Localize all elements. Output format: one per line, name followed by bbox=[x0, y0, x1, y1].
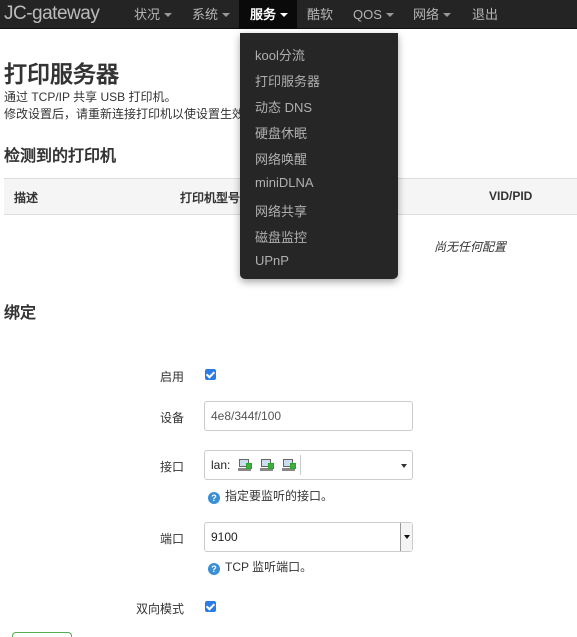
port-label: 端口 bbox=[159, 532, 184, 546]
menu-item-network-share[interactable]: 网络共享 bbox=[255, 201, 307, 220]
port-value: 9100 bbox=[211, 530, 238, 544]
interface-select[interactable]: lan: bbox=[204, 450, 413, 480]
chevron-down-icon bbox=[443, 12, 452, 17]
chevron-down-icon bbox=[164, 12, 173, 17]
bidirectional-checkbox[interactable] bbox=[205, 601, 216, 612]
network-port-icon bbox=[282, 458, 297, 473]
interface-help: ? 指定要监听的接口。 bbox=[208, 487, 333, 504]
column-description: 描述 bbox=[14, 191, 39, 205]
menu-item-disk-monitor[interactable]: 磁盘监控 bbox=[255, 227, 307, 246]
port-help-text: TCP 监听端口。 bbox=[225, 560, 313, 574]
interface-help-text: 指定要监听的接口。 bbox=[225, 489, 334, 503]
menu-item-dynamic-dns[interactable]: 动态 DNS bbox=[255, 97, 312, 116]
services-dropdown-menu: kool分流 打印服务器 动态 DNS 硬盘休眠 网络唤醒 miniDLNA 网… bbox=[240, 33, 398, 279]
nav-system-label: 系统 bbox=[192, 7, 219, 22]
help-icon: ? bbox=[208, 492, 220, 504]
nav-status-label: 状况 bbox=[134, 7, 161, 22]
nav-qos-label: QOS bbox=[353, 7, 382, 22]
chevron-down-icon bbox=[385, 12, 394, 17]
bidirectional-label: 双向模式 bbox=[135, 602, 184, 616]
chevron-down-icon bbox=[401, 464, 407, 468]
network-port-icon bbox=[237, 458, 253, 473]
chevron-down-icon bbox=[222, 12, 231, 17]
save-button[interactable] bbox=[12, 632, 72, 637]
menu-item-disk-sleep[interactable]: 硬盘休眠 bbox=[255, 123, 307, 142]
help-icon: ? bbox=[208, 563, 220, 575]
top-navbar: JC-gateway 状况 系统 服务 酷软 QOS 网络 退出 bbox=[0, 0, 577, 29]
menu-item-print-server[interactable]: 打印服务器 bbox=[255, 71, 320, 90]
nav-services[interactable]: 服务 bbox=[239, 0, 297, 29]
enable-checkbox[interactable] bbox=[205, 369, 216, 380]
page-title: 打印服务器 bbox=[4, 61, 119, 87]
interface-label: 接口 bbox=[159, 460, 184, 474]
nav-qos[interactable]: QOS bbox=[343, 0, 404, 29]
nav-koolsoft[interactable]: 酷软 bbox=[298, 0, 342, 29]
nav-services-label: 服务 bbox=[250, 7, 277, 22]
column-vid-pid: VID/PID bbox=[489, 189, 533, 203]
device-label: 设备 bbox=[159, 411, 184, 425]
page-description: 通过 TCP/IP 共享 USB 打印机。 bbox=[4, 90, 177, 104]
nav-network[interactable]: 网络 bbox=[403, 0, 461, 29]
binding-heading: 绑定 bbox=[4, 305, 37, 322]
menu-item-minidlna[interactable]: miniDLNA bbox=[255, 175, 314, 190]
port-dropdown-button[interactable] bbox=[400, 523, 412, 551]
nav-network-label: 网络 bbox=[413, 7, 440, 22]
port-field[interactable]: 9100 bbox=[204, 522, 413, 552]
detected-printers-heading: 检测到的打印机 bbox=[4, 148, 117, 165]
port-help: ? TCP 监听端口。 bbox=[208, 558, 312, 575]
empty-table-message: 尚无任何配置 bbox=[434, 240, 507, 254]
nav-logout[interactable]: 退出 bbox=[462, 0, 508, 29]
nav-logout-label: 退出 bbox=[472, 7, 499, 22]
nav-status[interactable]: 状况 bbox=[124, 0, 182, 29]
nav-system[interactable]: 系统 bbox=[182, 0, 240, 29]
device-value: 4e8/344f/100 bbox=[211, 409, 282, 423]
network-port-icon bbox=[260, 458, 275, 473]
menu-item-wake-on-lan[interactable]: 网络唤醒 bbox=[255, 149, 307, 168]
nav-koolsoft-label: 酷软 bbox=[307, 7, 334, 22]
brand-logo[interactable]: JC-gateway bbox=[4, 3, 100, 25]
menu-item-kool-split[interactable]: kool分流 bbox=[255, 45, 305, 64]
interface-value: lan: bbox=[211, 458, 231, 472]
page-description-note: 修改设置后，请重新连接打印机以使设置生效。 bbox=[4, 107, 257, 121]
column-printer-model: 打印机型号 bbox=[180, 191, 241, 205]
menu-item-upnp[interactable]: UPnP bbox=[255, 253, 289, 268]
device-field[interactable]: 4e8/344f/100 bbox=[204, 401, 413, 431]
enable-label: 启用 bbox=[159, 370, 184, 384]
chevron-down-icon bbox=[280, 12, 289, 17]
